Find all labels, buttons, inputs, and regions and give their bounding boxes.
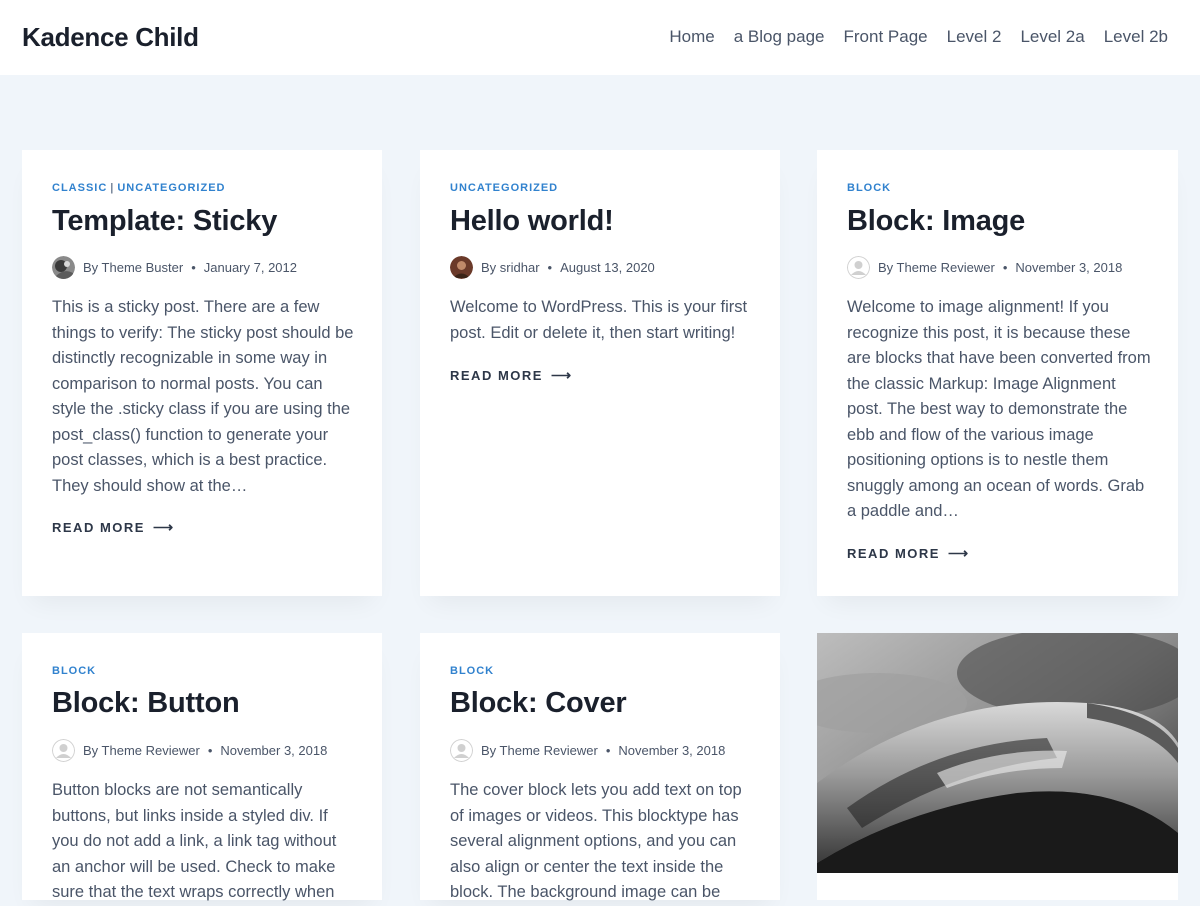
post-excerpt: Welcome to image alignment! If you recog… [847, 298, 1151, 520]
category-link-classic[interactable]: CLASSIC [52, 182, 107, 194]
category-link-block[interactable]: BLOCK [52, 665, 96, 677]
author-avatar [52, 739, 75, 762]
category-link-uncategorized[interactable]: UNCATEGORIZED [117, 182, 225, 194]
nav-item-blog-page[interactable]: a Blog page [734, 27, 825, 47]
site-header: Kadence Child Home a Blog page Front Pag… [0, 0, 1200, 75]
category-link-block[interactable]: BLOCK [847, 182, 891, 194]
post-excerpt: The cover block lets you add text on top… [450, 781, 742, 901]
post-date: August 13, 2020 [560, 260, 655, 275]
post-date: November 3, 2018 [618, 743, 726, 758]
arrow-right-icon: ⟶ [947, 545, 969, 561]
nav-item-home[interactable]: Home [669, 27, 714, 47]
nav-item-front-page[interactable]: Front Page [844, 27, 928, 47]
post-card-hello-world: UNCATEGORIZED Hello world! By sridhar • … [420, 150, 780, 596]
post-author[interactable]: By Theme Reviewer [481, 743, 598, 758]
read-more-link[interactable]: READ MORE ⟶ [450, 367, 571, 384]
site-title[interactable]: Kadence Child [22, 22, 199, 53]
post-date: January 7, 2012 [203, 260, 297, 275]
read-more-label: READ MORE [847, 546, 940, 561]
category-separator: | [110, 182, 115, 194]
post-card-block-cover: BLOCK Block: Cover By Theme Reviewer • N… [420, 633, 780, 901]
post-title[interactable]: Block: Button [52, 687, 240, 720]
read-more-label: READ MORE [52, 520, 145, 535]
read-more-link[interactable]: READ MORE ⟶ [52, 519, 173, 536]
post-meta: By Theme Reviewer • November 3, 2018 [450, 739, 725, 762]
meta-separator: • [207, 743, 213, 758]
post-title[interactable]: Hello world! [450, 205, 614, 238]
meta-separator: • [547, 260, 553, 275]
arrow-right-icon: ⟶ [152, 519, 174, 535]
post-categories: UNCATEGORIZED [450, 182, 558, 194]
post-card-block-button: BLOCK Block: Button By Theme Reviewer • … [22, 633, 382, 901]
post-categories: BLOCK [450, 665, 494, 677]
author-avatar [450, 256, 473, 279]
read-more-link[interactable]: READ MORE ⟶ [847, 545, 968, 562]
post-excerpt: Button blocks are not semantically butto… [52, 781, 337, 901]
post-author[interactable]: By Theme Reviewer [878, 260, 995, 275]
author-avatar [450, 739, 473, 762]
meta-separator: • [1002, 260, 1008, 275]
main-nav: Home a Blog page Front Page Level 2 Leve… [669, 27, 1168, 47]
meta-separator: • [191, 260, 196, 275]
author-avatar [52, 256, 75, 279]
post-excerpt: This is a sticky post. There are a few t… [52, 298, 354, 495]
post-title[interactable]: Template: Sticky [52, 205, 277, 238]
post-title[interactable]: Block: Image [847, 205, 1025, 238]
post-categories: BLOCK [847, 182, 891, 194]
post-card-block-image: BLOCK Block: Image By Theme Reviewer • N… [817, 150, 1178, 596]
post-author[interactable]: By sridhar [481, 260, 540, 275]
arrow-right-icon: ⟶ [550, 367, 572, 383]
nav-item-level-2a[interactable]: Level 2a [1020, 27, 1084, 47]
post-meta: By sridhar • August 13, 2020 [450, 256, 655, 279]
nav-item-level-2[interactable]: Level 2 [947, 27, 1002, 47]
post-card-featured-image [787, 628, 1197, 900]
meta-separator: • [605, 743, 611, 758]
category-link-block[interactable]: BLOCK [450, 665, 494, 677]
nav-item-level-2b[interactable]: Level 2b [1104, 27, 1168, 47]
post-categories: BLOCK [52, 665, 96, 677]
post-author[interactable]: By Theme Buster [83, 260, 183, 275]
post-title[interactable]: Block: Cover [450, 687, 627, 720]
author-avatar [847, 256, 870, 279]
post-date: November 3, 2018 [1015, 260, 1123, 275]
post-meta: By Theme Buster • January 7, 2012 [52, 256, 297, 279]
post-meta: By Theme Reviewer • November 3, 2018 [847, 256, 1122, 279]
post-excerpt: Welcome to WordPress. This is your first… [450, 298, 748, 342]
category-link-uncategorized[interactable]: UNCATEGORIZED [450, 182, 558, 194]
post-author[interactable]: By Theme Reviewer [83, 743, 200, 758]
post-date: November 3, 2018 [220, 743, 328, 758]
read-more-label: READ MORE [450, 368, 543, 383]
post-card-template-sticky: CLASSIC | UNCATEGORIZED Template: Sticky B… [22, 150, 382, 596]
featured-image-boat-hull[interactable] [787, 628, 1197, 873]
post-meta: By Theme Reviewer • November 3, 2018 [52, 739, 327, 762]
post-categories: CLASSIC | UNCATEGORIZED [52, 182, 226, 194]
